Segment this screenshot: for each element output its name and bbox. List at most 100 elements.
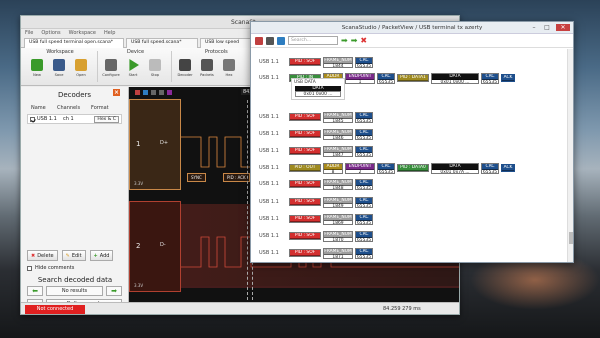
packet-field[interactable]: FRAME_NUM 1869 <box>323 214 353 225</box>
packet-field[interactable]: CRC 65535 <box>355 129 373 140</box>
edit-button[interactable]: ✎ Edit <box>61 250 86 261</box>
packet-field[interactable]: CRC 65535 <box>377 73 395 84</box>
packet-field[interactable]: FRAME_NUM 1844 <box>323 57 353 68</box>
tool-icon[interactable] <box>167 90 172 95</box>
connection-status: Not connected <box>25 305 85 314</box>
scroll-thumb[interactable] <box>569 232 573 244</box>
hide-comments-checkbox[interactable] <box>27 265 32 271</box>
packet-field[interactable]: FRAME_NUM 1848 <box>323 179 353 190</box>
packet-field[interactable]: PID : SOF <box>289 215 321 223</box>
packet-field[interactable]: CRC 65535 <box>481 73 499 84</box>
tab-usb-full-speed[interactable]: USB full speed.scana* <box>126 38 198 48</box>
tool-icon[interactable] <box>159 90 164 95</box>
packet-field[interactable]: PID : SOF <box>289 232 321 240</box>
configure-button[interactable]: Configure <box>101 57 121 83</box>
new-button[interactable]: New <box>27 57 47 83</box>
close-icon[interactable]: × <box>113 89 120 96</box>
decoder-button[interactable]: Decoder <box>175 57 195 83</box>
packet-field[interactable]: DATA 0x01 0x7A ... <box>431 163 479 174</box>
packet-field[interactable]: ENDPOINT 2 <box>345 163 375 174</box>
tab-usb-terminal[interactable]: USB full speed terminal open.scana* <box>24 38 124 48</box>
packet-row[interactable]: USB 1.1 PID : SOF FRAME_NUM 1870 CRC 65535 <box>251 230 569 244</box>
menu-options[interactable]: Options <box>41 30 60 37</box>
field-name: ACK <box>502 165 514 171</box>
packet-field[interactable]: CRC 65535 <box>377 163 395 174</box>
packet-field[interactable]: FRAME_NUM 1871 <box>323 248 353 259</box>
packet-search-input[interactable]: Search... <box>288 36 338 45</box>
packet-row[interactable]: USB 1.1 PID : SOF FRAME_NUM 1844 CRC 65535 <box>251 56 569 70</box>
packet-field[interactable]: PID : SOF <box>289 249 321 257</box>
packet-field[interactable]: ENDPOINT 1 <box>345 73 375 84</box>
view-icon[interactable] <box>266 36 274 45</box>
decoder-enable-checkbox[interactable] <box>30 116 35 122</box>
channel-1-label[interactable]: 1 D+ 3.3V <box>129 99 181 190</box>
packet-field[interactable]: PID : SOF <box>289 180 321 188</box>
packet-field[interactable]: PID : DATA0 <box>397 164 429 172</box>
packet-field[interactable]: ACK <box>501 164 515 172</box>
packet-field[interactable]: PID : SOF <box>289 147 321 155</box>
packet-field[interactable]: CRC 65535 <box>355 179 373 190</box>
packet-field[interactable]: PID : SOF <box>289 130 321 138</box>
search-next-button[interactable]: ➡ <box>106 286 122 296</box>
packet-field[interactable]: ACK <box>501 74 515 82</box>
arrow-left-icon[interactable]: ➡ <box>341 36 348 45</box>
export-icon[interactable] <box>255 36 263 45</box>
vertical-scrollbar[interactable] <box>567 49 573 262</box>
packet-field[interactable]: PID : SOF <box>289 58 321 66</box>
arrow-right-icon[interactable]: ➡ <box>351 36 358 45</box>
tool-icon[interactable] <box>151 90 156 95</box>
tool-icon[interactable] <box>143 90 148 95</box>
packet-field[interactable]: FRAME_NUM 1849 <box>323 197 353 208</box>
close-icon[interactable]: ✖ <box>360 36 367 45</box>
menu-file[interactable]: File <box>25 30 33 37</box>
channel-2-label[interactable]: 2 D- 3.3V <box>129 201 181 292</box>
minimize-icon[interactable]: – <box>530 24 538 31</box>
field-name: PID : SOF <box>290 233 320 239</box>
delete-button[interactable]: ✖ Delete <box>27 250 58 261</box>
packet-row[interactable]: USB 1.1 PID : SOF FRAME_NUM 1871 CRC 65535 <box>251 247 569 261</box>
packet-field[interactable]: PID : SOF <box>289 198 321 206</box>
packet-field[interactable]: FRAME_NUM 1870 <box>323 231 353 242</box>
packet-field[interactable]: CRC 65535 <box>355 231 373 242</box>
packet-field[interactable]: FRAME_NUM 1845 <box>323 112 353 123</box>
packet-field[interactable]: FRAME_NUM 1846 <box>323 129 353 140</box>
packet-field[interactable]: CRC 65535 <box>355 57 373 68</box>
hex-button[interactable]: Hex <box>219 57 239 83</box>
packet-field[interactable]: PID : DATA1 <box>397 74 429 82</box>
open-button[interactable]: Open <box>71 57 91 83</box>
start-button[interactable]: Start <box>123 57 143 83</box>
packet-field[interactable]: ADDR8 <box>323 163 343 174</box>
save-button[interactable]: Save <box>49 57 69 83</box>
packet-field[interactable]: DATA 0x01 0x00 ... <box>431 73 479 84</box>
packet-field[interactable]: CRC 65535 <box>481 163 499 174</box>
packet-row[interactable]: USB 1.1 PID : SOF FRAME_NUM 1847 CRC 65535 <box>251 145 569 159</box>
packet-row[interactable]: USB 1.1 PID : SOF FRAME_NUM 1849 CRC 65535 <box>251 196 569 210</box>
packet-row[interactable]: USB 1.1 PID : SOF FRAME_NUM 1848 CRC 65535 <box>251 178 569 192</box>
packet-field[interactable]: CRC 65535 <box>355 146 373 157</box>
packet-row[interactable]: USB 1.1 PID : SOF FRAME_NUM 1846 CRC 65535 <box>251 128 569 142</box>
packet-row[interactable]: USB 1.1 PID : SOF FRAME_NUM 1845 CRC 65535 <box>251 111 569 125</box>
packet-field[interactable]: PID : OUT <box>289 164 321 172</box>
tool-icon[interactable] <box>135 90 140 95</box>
filter-icon[interactable] <box>277 36 285 45</box>
channel-name: D- <box>160 242 166 248</box>
packet-row[interactable]: USB 1.1 PID : OUT ADDR 8 ENDPOINT 2 CRC 65535 PI… <box>251 162 569 176</box>
packet-field[interactable]: CRC 65535 <box>355 248 373 259</box>
packet-field[interactable]: CRC 65535 <box>355 112 373 123</box>
close-icon[interactable]: ✕ <box>556 24 570 31</box>
decoder-row[interactable]: USB 1.1 ch 1 Hex & C <box>27 114 122 124</box>
packet-field[interactable]: CRC 65535 <box>355 214 373 225</box>
stop-button[interactable]: Stop <box>145 57 165 83</box>
packet-row[interactable]: USB 1.1 PID : SOF FRAME_NUM 1869 CRC 65535 <box>251 213 569 227</box>
hide-comments-option[interactable]: Hide comments <box>27 265 74 271</box>
maximize-icon[interactable]: □ <box>543 24 551 31</box>
packet-field[interactable]: PID : SOF <box>289 113 321 121</box>
format-select[interactable]: Hex & C <box>94 115 119 123</box>
menu-help[interactable]: Help <box>104 30 115 37</box>
packet-field[interactable]: FRAME_NUM 1847 <box>323 146 353 157</box>
menu-workspace[interactable]: Workspace <box>69 30 96 37</box>
packets-button[interactable]: Packets <box>197 57 217 83</box>
packet-field[interactable]: CRC 65535 <box>355 197 373 208</box>
add-button[interactable]: + Add <box>89 250 114 261</box>
search-prev-button[interactable]: ⬅ <box>27 286 43 296</box>
